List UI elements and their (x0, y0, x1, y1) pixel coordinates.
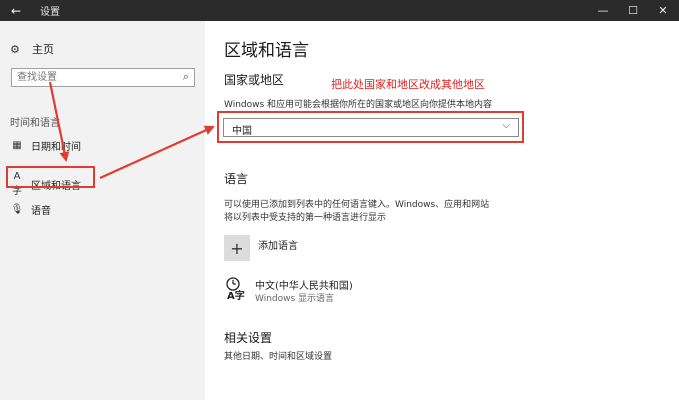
minimize-button[interactable]: — (588, 0, 618, 21)
sidebar: ⚙ 主页 ⌕ 时间和语言 ▦ 日期和时间 A字 区域和语言 🎙 语音 (0, 21, 205, 400)
sidebar-item-home[interactable]: ⚙ 主页 (10, 41, 54, 57)
calendar-clock-icon: ▦ (12, 140, 22, 151)
back-button[interactable]: ← (0, 0, 32, 21)
svg-text:A字: A字 (227, 289, 245, 301)
close-icon: ✕ (658, 4, 668, 17)
page-title: 区域和语言 (224, 41, 309, 61)
minimize-icon: — (597, 4, 609, 17)
gear-icon: ⚙ (10, 42, 20, 56)
sidebar-item-label: 语音 (31, 206, 51, 217)
main-content: 区域和语言 国家或地区 把此处国家和地区改成其他地区 Windows 和应用可能… (205, 21, 679, 400)
related-settings-heading: 相关设置 (224, 331, 273, 345)
plus-icon: + (230, 238, 244, 258)
home-label: 主页 (32, 43, 54, 56)
window-title: 设置 (40, 7, 60, 18)
close-button[interactable]: ✕ (648, 0, 678, 21)
microphone-icon: 🎙 (10, 204, 24, 215)
country-heading: 国家或地区 (224, 73, 285, 87)
maximize-icon: ☐ (628, 4, 638, 17)
add-language-label[interactable]: 添加语言 (258, 237, 298, 252)
country-dropdown[interactable]: 中国 ⌵ (223, 118, 519, 137)
language-icon: A字 (224, 275, 250, 302)
add-language-button[interactable]: + (224, 235, 250, 261)
search-icon[interactable]: ⌕ (183, 70, 189, 84)
back-arrow-icon: ← (10, 3, 22, 18)
sidebar-item-speech[interactable]: 🎙 语音 (10, 202, 51, 217)
maximize-button[interactable]: ☐ (618, 0, 648, 21)
language-item-subtitle: Windows 显示语言 (255, 294, 335, 304)
language-description-1: 可以使用已添加到列表中的任何语言键入。Windows、应用和网站 (224, 200, 490, 210)
search-box: ⌕ (11, 68, 195, 87)
language-item-name[interactable]: 中文(中华人民共和国) (255, 277, 353, 292)
chevron-down-icon: ⌵ (502, 120, 510, 131)
sidebar-item-label: 日期和时间 (31, 142, 81, 153)
highlight-box-sidebar (6, 166, 95, 188)
country-value: 中国 (232, 126, 252, 137)
group-label: 时间和语言 (10, 118, 60, 129)
title-bar: ← 设置 — ☐ ✕ (0, 0, 679, 21)
related-settings-link[interactable]: 其他日期、时间和区域设置 (224, 351, 332, 364)
search-input[interactable] (17, 70, 172, 85)
language-description-2: 将以列表中受支持的第一种语言进行显示 (224, 213, 387, 223)
annotation-text: 把此处国家和地区改成其他地区 (331, 78, 485, 91)
sidebar-item-date-time[interactable]: ▦ 日期和时间 (10, 138, 81, 153)
language-heading: 语言 (224, 172, 249, 186)
